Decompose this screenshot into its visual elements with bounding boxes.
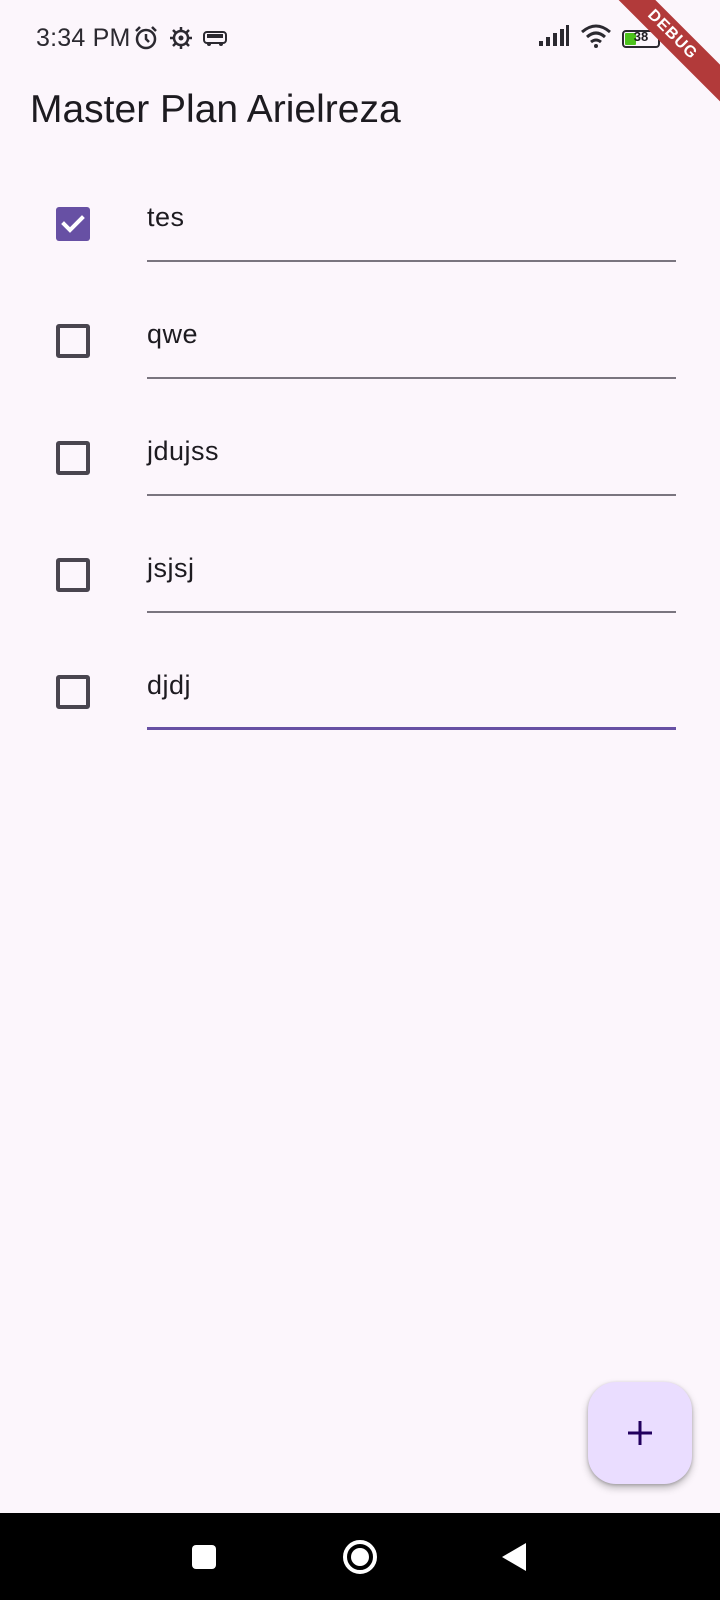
task-text: djdj — [147, 670, 192, 700]
list-item: jsjsj — [0, 511, 720, 628]
task-text-field[interactable]: qwe — [147, 307, 676, 379]
task-checkbox[interactable] — [56, 324, 90, 358]
checkmark-icon — [61, 215, 85, 233]
task-text: qwe — [147, 319, 199, 349]
status-left-icons — [132, 24, 228, 57]
task-checkbox[interactable] — [56, 441, 90, 475]
list-item: tes — [0, 160, 720, 277]
recents-button[interactable] — [164, 1513, 244, 1600]
recents-square-icon — [192, 1544, 216, 1569]
field-underline — [147, 377, 676, 379]
app-screen: 3:34 PM 38 DEBUG Master Plan Arielreza t… — [0, 0, 720, 1600]
back-triangle-icon — [502, 1542, 526, 1571]
task-text-field[interactable]: tes — [147, 190, 676, 262]
task-text: jsjsj — [147, 553, 195, 583]
field-underline — [147, 260, 676, 262]
task-checkbox[interactable] — [56, 558, 90, 592]
task-text: jdujss — [147, 436, 220, 466]
status-bar: 3:34 PM 38 — [0, 0, 720, 80]
list-item: jdujss — [0, 394, 720, 511]
back-button[interactable] — [474, 1513, 554, 1600]
list-item: djdj — [0, 628, 720, 745]
list-item: qwe — [0, 277, 720, 394]
task-text: tes — [147, 202, 185, 232]
settings-gear-icon — [168, 25, 194, 56]
system-nav-bar — [0, 1513, 720, 1600]
field-underline — [147, 611, 676, 613]
status-time: 3:34 PM — [36, 24, 131, 52]
add-task-button[interactable] — [588, 1382, 692, 1484]
home-circle-icon — [343, 1539, 377, 1574]
field-underline-focused — [147, 727, 676, 730]
alarm-icon — [132, 24, 160, 57]
task-checkbox[interactable] — [56, 207, 90, 241]
home-button[interactable] — [320, 1513, 400, 1600]
task-text-field-focused[interactable]: djdj — [147, 658, 676, 730]
task-checkbox[interactable] — [56, 675, 90, 709]
task-list: tes qwe jdujss jsjsj djdj — [0, 160, 720, 745]
bus-app-icon — [202, 27, 228, 54]
cellular-signal-icon — [538, 25, 570, 52]
add-icon — [628, 1421, 652, 1445]
page-title: Master Plan Arielreza — [30, 88, 401, 131]
wifi-icon — [580, 24, 612, 53]
field-underline — [147, 494, 676, 496]
task-text-field[interactable]: jsjsj — [147, 541, 676, 613]
task-text-field[interactable]: jdujss — [147, 424, 676, 496]
